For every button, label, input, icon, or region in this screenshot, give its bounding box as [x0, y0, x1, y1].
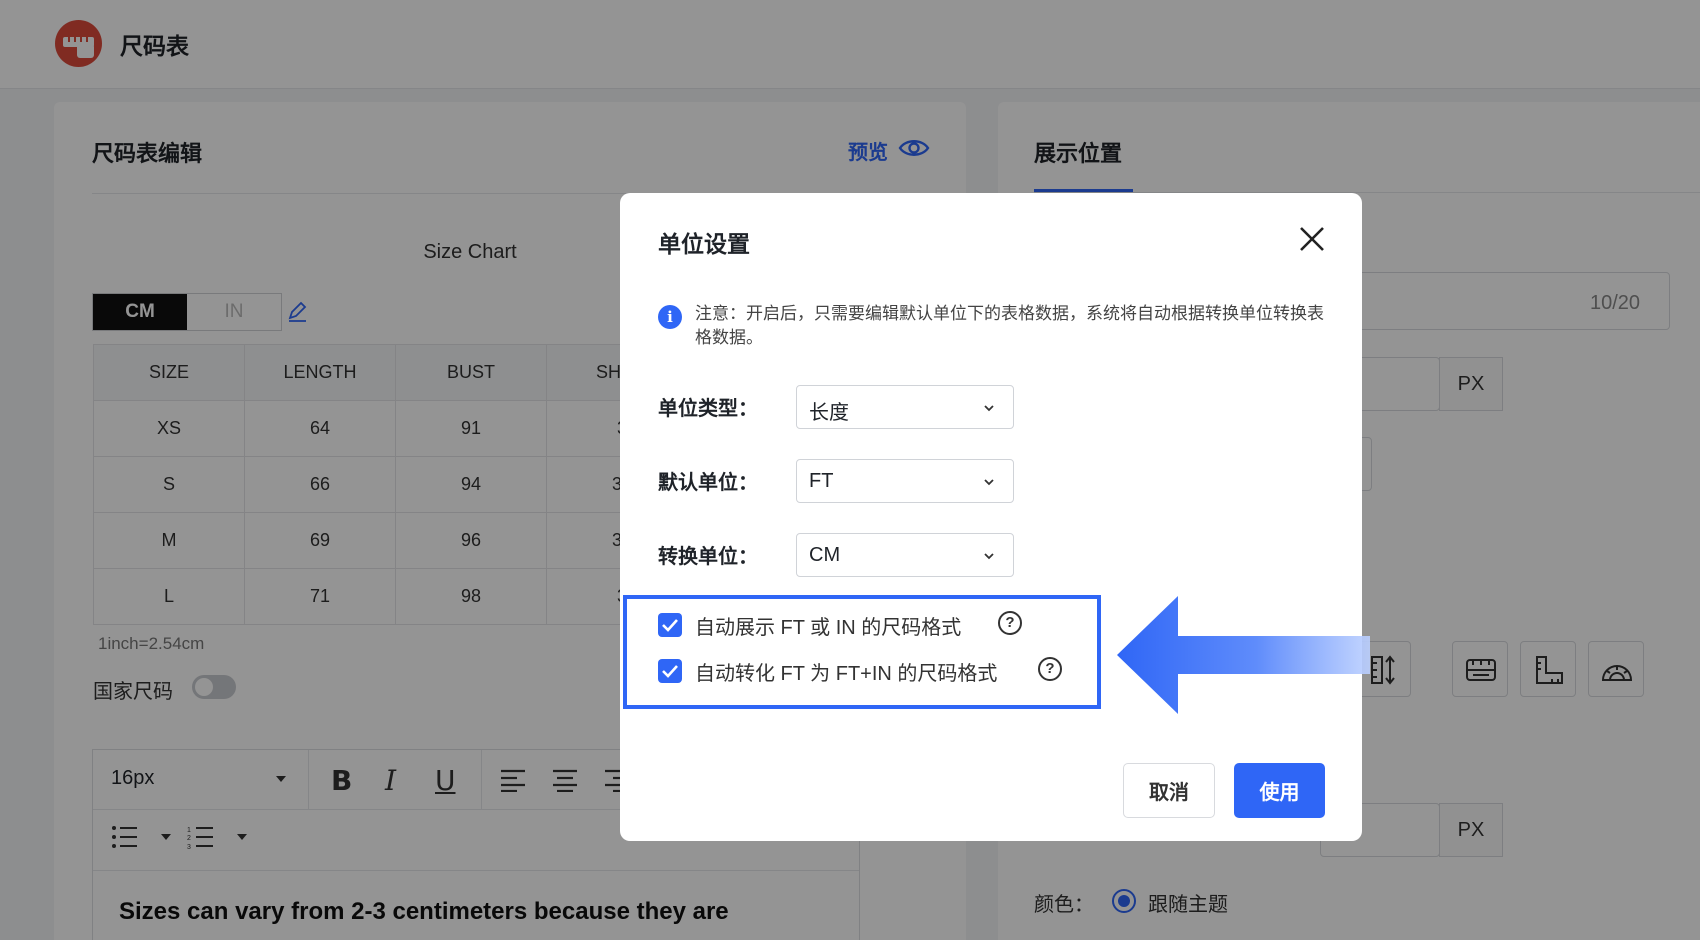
- default-unit-select[interactable]: FT: [796, 459, 1014, 503]
- chevron-down-icon: [984, 479, 994, 486]
- convert-unit-label: 转换单位：: [658, 546, 758, 568]
- arrow-left-icon: [1117, 596, 1370, 714]
- default-unit-label: 默认单位：: [658, 472, 758, 494]
- notice-text: 注意：开启后，只需要编辑默认单位下的表格数据，系统将自动根据转换单位转换表格数据…: [695, 304, 1324, 347]
- chevron-down-icon: [984, 405, 994, 412]
- unit-settings-dialog: 单位设置 i 注意：开启后，只需要编辑默认单位下的表格数据，系统将自动根据转换单…: [620, 193, 1362, 841]
- unit-type-value: 长度: [809, 402, 849, 424]
- unit-type-label: 单位类型：: [658, 398, 758, 420]
- apply-button[interactable]: 使用: [1234, 763, 1325, 818]
- convert-unit-value: CM: [809, 544, 841, 566]
- default-unit-value: FT: [809, 470, 834, 492]
- cancel-button[interactable]: 取消: [1123, 763, 1215, 818]
- convert-unit-select[interactable]: CM: [796, 533, 1014, 577]
- checkbox-highlight-frame: [623, 595, 1101, 709]
- unit-type-select[interactable]: 长度: [796, 385, 1014, 429]
- chevron-down-icon: [984, 553, 994, 560]
- dialog-title: 单位设置: [658, 231, 750, 257]
- close-icon[interactable]: [1296, 223, 1328, 255]
- info-icon: i: [658, 305, 682, 329]
